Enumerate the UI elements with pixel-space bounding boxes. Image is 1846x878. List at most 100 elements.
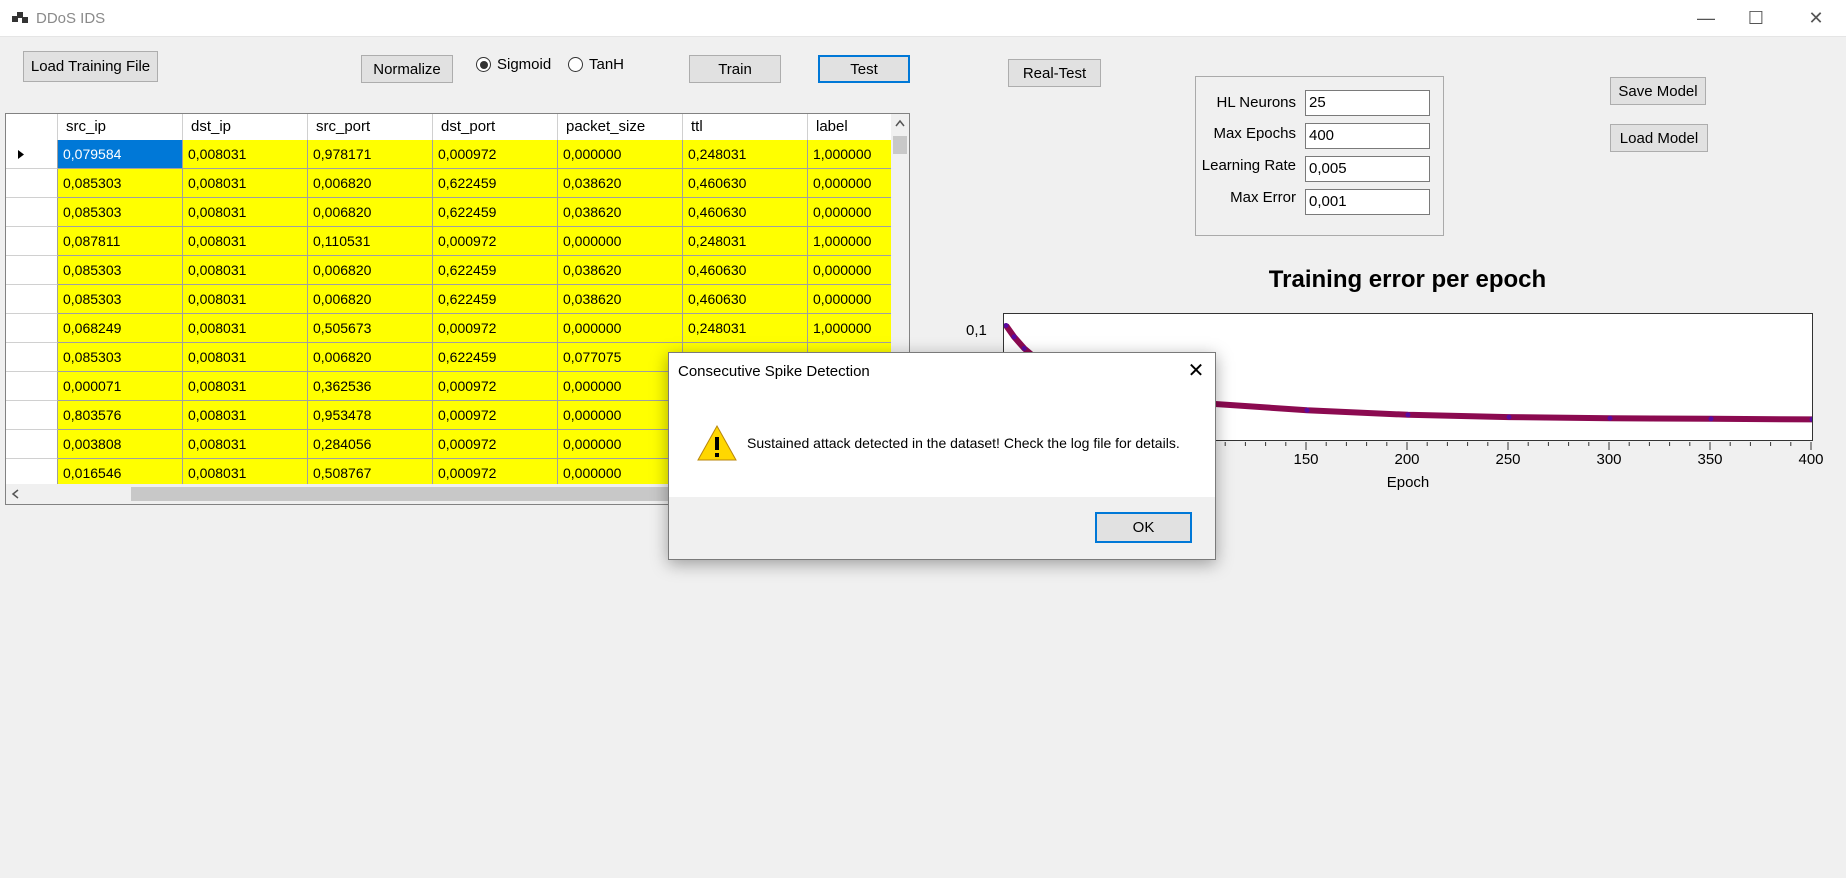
table-cell[interactable]: 0,000972 bbox=[433, 372, 558, 401]
table-cell[interactable]: 0,460630 bbox=[683, 198, 808, 227]
table-cell[interactable]: 0,248031 bbox=[683, 314, 808, 343]
max-error-input[interactable]: 0,001 bbox=[1305, 189, 1430, 215]
table-cell[interactable]: 0,953478 bbox=[308, 401, 433, 430]
table-cell[interactable]: 0,803576 bbox=[58, 401, 183, 430]
column-header-label[interactable]: label bbox=[808, 114, 893, 140]
table-cell[interactable]: 0,000000 bbox=[558, 430, 683, 459]
table-cell[interactable]: 0,006820 bbox=[308, 256, 433, 285]
normalize-button[interactable]: Normalize bbox=[361, 55, 453, 83]
table-cell[interactable]: 0,622459 bbox=[433, 343, 558, 372]
table-cell[interactable]: 0,038620 bbox=[558, 285, 683, 314]
table-cell[interactable]: 0,038620 bbox=[558, 198, 683, 227]
table-cell[interactable]: 0,460630 bbox=[683, 285, 808, 314]
table-cell[interactable]: 0,085303 bbox=[58, 256, 183, 285]
table-cell[interactable]: 0,077075 bbox=[558, 343, 683, 372]
table-cell[interactable]: 1,000000 bbox=[808, 227, 893, 256]
table-cell[interactable]: 0,038620 bbox=[558, 256, 683, 285]
table-cell[interactable]: 0,085303 bbox=[58, 169, 183, 198]
table-cell[interactable]: 0,087811 bbox=[58, 227, 183, 256]
max-epochs-input[interactable]: 400 bbox=[1305, 123, 1430, 149]
table-cell[interactable]: 0,000000 bbox=[808, 169, 893, 198]
row-header[interactable] bbox=[6, 285, 58, 314]
table-cell[interactable]: 0,000972 bbox=[433, 227, 558, 256]
table-cell[interactable]: 0,622459 bbox=[433, 285, 558, 314]
table-cell[interactable]: 0,460630 bbox=[683, 256, 808, 285]
close-window-button[interactable]: ✕ bbox=[1786, 0, 1846, 36]
table-cell[interactable]: 0,248031 bbox=[683, 227, 808, 256]
table-cell[interactable]: 0,248031 bbox=[683, 140, 808, 169]
dialog-close-icon[interactable]: ✕ bbox=[1184, 358, 1208, 382]
table-cell[interactable]: 0,000000 bbox=[558, 314, 683, 343]
sigmoid-radio[interactable]: Sigmoid bbox=[476, 56, 551, 73]
table-cell[interactable]: 0,008031 bbox=[183, 430, 308, 459]
column-header-packet_size[interactable]: packet_size bbox=[558, 114, 683, 140]
column-header-dst_port[interactable]: dst_port bbox=[433, 114, 558, 140]
train-button[interactable]: Train bbox=[689, 55, 781, 83]
table-cell[interactable]: 1,000000 bbox=[808, 140, 893, 169]
column-header-src_ip[interactable]: src_ip bbox=[58, 114, 183, 140]
table-cell[interactable]: 0,008031 bbox=[183, 256, 308, 285]
learning-rate-input[interactable]: 0,005 bbox=[1305, 156, 1430, 182]
table-cell[interactable]: 0,622459 bbox=[433, 256, 558, 285]
table-cell[interactable]: 0,000000 bbox=[808, 198, 893, 227]
table-cell[interactable]: 0,000000 bbox=[558, 372, 683, 401]
table-cell[interactable]: 0,079584 bbox=[58, 140, 183, 169]
table-cell[interactable]: 0,068249 bbox=[58, 314, 183, 343]
table-cell[interactable]: 0,460630 bbox=[683, 169, 808, 198]
table-cell[interactable]: 0,008031 bbox=[183, 314, 308, 343]
table-cell[interactable]: 0,284056 bbox=[308, 430, 433, 459]
table-cell[interactable]: 0,505673 bbox=[308, 314, 433, 343]
table-cell[interactable]: 0,000000 bbox=[808, 256, 893, 285]
table-cell[interactable]: 0,008031 bbox=[183, 198, 308, 227]
save-model-button[interactable]: Save Model bbox=[1610, 77, 1706, 105]
table-cell[interactable]: 0,008031 bbox=[183, 285, 308, 314]
column-header-dst_ip[interactable]: dst_ip bbox=[183, 114, 308, 140]
row-header[interactable] bbox=[6, 401, 58, 430]
ok-button[interactable]: OK bbox=[1095, 512, 1192, 543]
table-cell[interactable]: 0,006820 bbox=[308, 169, 433, 198]
table-cell[interactable]: 0,362536 bbox=[308, 372, 433, 401]
column-header-ttl[interactable]: ttl bbox=[683, 114, 808, 140]
row-header[interactable] bbox=[6, 198, 58, 227]
row-header[interactable] bbox=[6, 430, 58, 459]
table-cell[interactable]: 0,110531 bbox=[308, 227, 433, 256]
real-test-button[interactable]: Real-Test bbox=[1008, 59, 1101, 87]
table-cell[interactable]: 0,622459 bbox=[433, 198, 558, 227]
table-cell[interactable]: 0,000000 bbox=[558, 227, 683, 256]
table-cell[interactable]: 0,008031 bbox=[183, 227, 308, 256]
maximize-button[interactable]: ☐ bbox=[1726, 0, 1786, 36]
table-cell[interactable]: 0,000972 bbox=[433, 430, 558, 459]
table-cell[interactable]: 1,000000 bbox=[808, 314, 893, 343]
table-cell[interactable]: 0,000972 bbox=[433, 140, 558, 169]
table-cell[interactable]: 0,000972 bbox=[433, 401, 558, 430]
hl-neurons-input[interactable]: 25 bbox=[1305, 90, 1430, 116]
row-header[interactable] bbox=[6, 314, 58, 343]
table-cell[interactable]: 0,006820 bbox=[308, 285, 433, 314]
table-cell[interactable]: 0,978171 bbox=[308, 140, 433, 169]
table-cell[interactable]: 0,008031 bbox=[183, 169, 308, 198]
table-cell[interactable]: 0,000000 bbox=[808, 285, 893, 314]
table-cell[interactable]: 0,622459 bbox=[433, 169, 558, 198]
row-header[interactable] bbox=[6, 169, 58, 198]
table-cell[interactable]: 0,006820 bbox=[308, 343, 433, 372]
table-cell[interactable]: 0,008031 bbox=[183, 372, 308, 401]
row-header[interactable] bbox=[6, 227, 58, 256]
table-cell[interactable]: 0,006820 bbox=[308, 198, 433, 227]
load-training-file-button[interactable]: Load Training File bbox=[23, 51, 158, 82]
table-cell[interactable]: 0,000000 bbox=[558, 140, 683, 169]
row-header[interactable] bbox=[6, 256, 58, 285]
test-button[interactable]: Test bbox=[818, 55, 910, 83]
table-cell[interactable]: 0,000972 bbox=[433, 314, 558, 343]
column-header-src_port[interactable]: src_port bbox=[308, 114, 433, 140]
table-cell[interactable]: 0,085303 bbox=[58, 343, 183, 372]
table-cell[interactable]: 0,085303 bbox=[58, 198, 183, 227]
load-model-button[interactable]: Load Model bbox=[1610, 124, 1708, 152]
table-cell[interactable]: 0,085303 bbox=[58, 285, 183, 314]
tanh-radio[interactable]: TanH bbox=[568, 56, 624, 73]
row-header[interactable] bbox=[6, 140, 58, 169]
row-header[interactable] bbox=[6, 372, 58, 401]
table-cell[interactable]: 0,000071 bbox=[58, 372, 183, 401]
table-cell[interactable]: 0,003808 bbox=[58, 430, 183, 459]
table-cell[interactable]: 0,008031 bbox=[183, 140, 308, 169]
table-cell[interactable]: 0,008031 bbox=[183, 343, 308, 372]
